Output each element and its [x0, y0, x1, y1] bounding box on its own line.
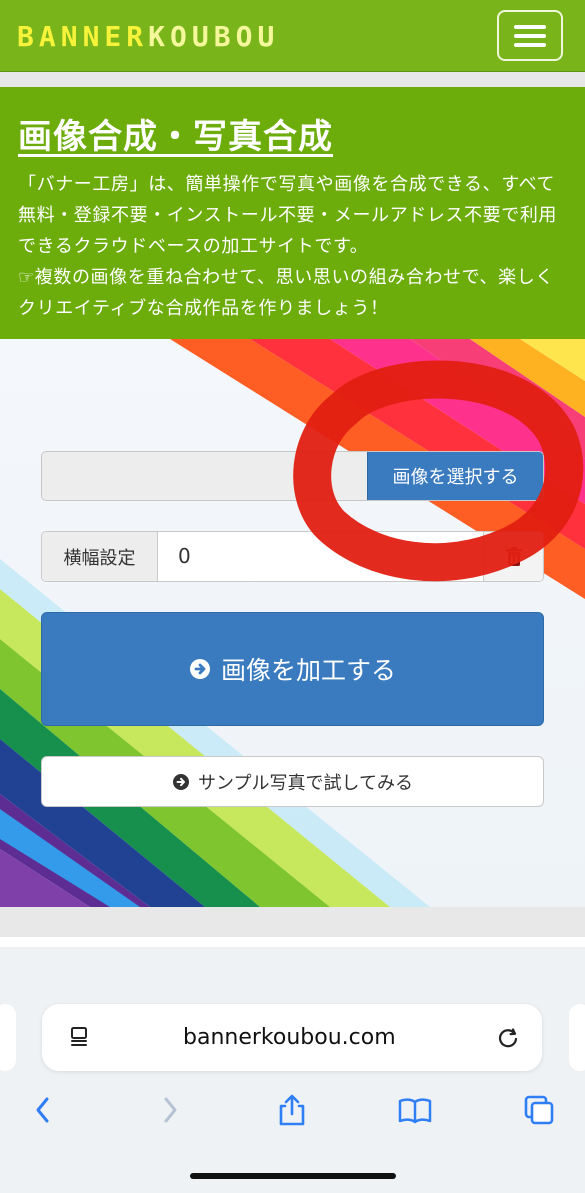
section-divider: [0, 907, 585, 937]
menu-button[interactable]: [497, 10, 563, 61]
sample-button-label: サンプル写真で試してみる: [198, 772, 413, 793]
section-divider: [0, 72, 585, 87]
tabs-icon[interactable]: [521, 1092, 557, 1128]
logo-koubou-text: KOUBOU: [148, 20, 280, 53]
page-title: 画像合成・写真合成: [18, 117, 333, 157]
back-icon[interactable]: [25, 1092, 61, 1128]
width-label: 横幅設定: [42, 532, 158, 581]
site-header: BANNERKOUBOU: [0, 0, 585, 72]
section-divider: [0, 937, 585, 947]
bookmarks-icon[interactable]: [397, 1092, 433, 1128]
hamburger-icon-line: [514, 43, 546, 47]
reload-icon[interactable]: [496, 1025, 520, 1049]
home-indicator: [190, 1173, 396, 1179]
forward-icon[interactable]: [152, 1092, 188, 1128]
intro-tip-text: 複数の画像を重ね合わせて、思い思いの組み合わせで、楽しくクリエイティブな合成作品…: [18, 267, 554, 319]
file-picker[interactable]: 画像を選択する: [41, 451, 544, 501]
process-image-button[interactable]: 画像を加工する: [41, 612, 544, 726]
next-tab-preview[interactable]: [569, 1004, 585, 1071]
sample-photo-button[interactable]: サンプル写真で試してみる: [41, 756, 544, 807]
clear-width-button[interactable]: [483, 532, 543, 581]
logo-banner-text: BANNER: [17, 20, 149, 53]
address-bar[interactable]: bannerkoubou.com: [42, 1004, 542, 1071]
hand-pointer-icon: ☞: [18, 267, 35, 288]
site-logo[interactable]: BANNERKOUBOU: [17, 22, 279, 52]
hamburger-icon-line: [514, 34, 546, 38]
trash-icon: [505, 546, 522, 566]
share-icon[interactable]: [274, 1092, 310, 1128]
width-setting-group: 横幅設定 0: [41, 531, 544, 582]
select-image-button[interactable]: 画像を選択する: [367, 452, 543, 500]
upload-panel: 画像を選択する 横幅設定 0 画像を加工する サンプル写真で試してみる: [0, 339, 585, 907]
arrow-circle-right-icon: [189, 659, 210, 679]
hamburger-icon: [514, 25, 546, 29]
reader-icon[interactable]: [69, 1025, 91, 1049]
arrow-circle-right-icon: [173, 773, 190, 790]
previous-tab-preview[interactable]: [0, 1004, 16, 1071]
url-text[interactable]: bannerkoubou.com: [183, 1024, 396, 1052]
intro-section: 画像合成・写真合成 「バナー工房」は、簡単操作で写真や画像を合成できる、すべて無…: [0, 87, 585, 339]
intro-description: 「バナー工房」は、簡単操作で写真や画像を合成できる、すべて無料・登録不要・インス…: [18, 169, 570, 324]
width-input[interactable]: 0: [178, 542, 191, 570]
process-button-label: 画像を加工する: [220, 657, 396, 685]
intro-text: 「バナー工房」は、簡単操作で写真や画像を合成できる、すべて無料・登録不要・インス…: [18, 174, 558, 257]
